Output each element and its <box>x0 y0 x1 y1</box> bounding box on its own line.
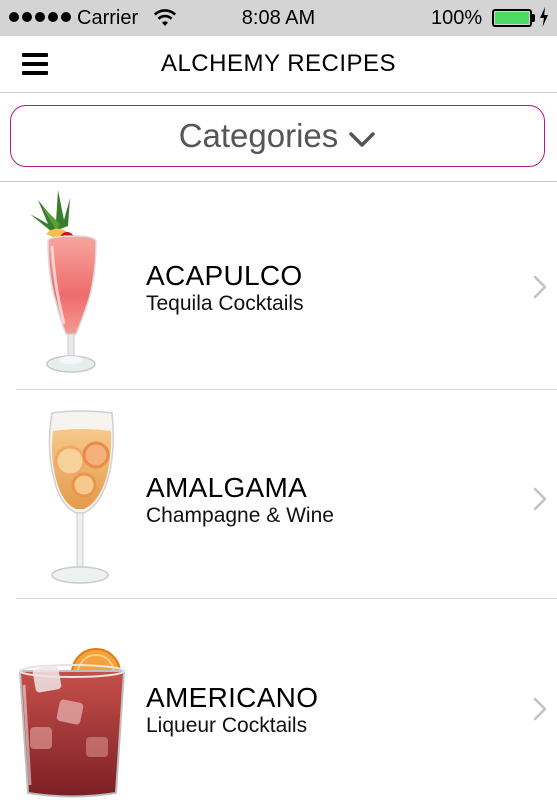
row-divider <box>16 598 557 599</box>
chevron-down-icon <box>349 132 376 147</box>
recipe-category: Liqueur Cocktails <box>146 714 308 737</box>
recipe-category: Champagne & Wine <box>146 504 334 527</box>
charging-bolt-icon <box>540 7 548 27</box>
categories-header: Categories <box>0 93 557 182</box>
navigation-bar: ALCHEMY RECIPES <box>0 36 557 93</box>
recipe-name: AMALGAMA <box>146 472 308 503</box>
recipe-category: Tequila Cocktails <box>146 292 304 315</box>
hurricane-glass-cocktail-icon <box>30 190 97 373</box>
wine-glass-sangria-icon <box>48 410 115 584</box>
recipe-name: ACAPULCO <box>146 260 303 291</box>
categories-dropdown-button[interactable]: Categories <box>10 105 545 167</box>
chevron-right-icon <box>533 697 547 721</box>
chevron-right-icon <box>533 487 547 511</box>
battery-percentage: 100% <box>431 7 483 29</box>
recipe-name: AMERICANO <box>146 682 319 713</box>
rocks-glass-cocktail-icon <box>18 648 126 798</box>
battery-tip <box>532 14 535 22</box>
battery-icon <box>492 9 532 27</box>
row-divider <box>16 389 557 390</box>
page-title: ALCHEMY RECIPES <box>160 50 397 77</box>
recipe-row[interactable]: AMALGAMA Champagne & Wine <box>0 391 557 599</box>
chevron-right-icon <box>533 275 547 299</box>
recipe-row[interactable]: ACAPULCO Tequila Cocktails <box>0 182 557 390</box>
status-bar: Carrier 8:08 AM 100% <box>0 0 557 36</box>
categories-label: Categories <box>178 117 339 154</box>
recipe-row[interactable]: AMERICANO Liqueur Cocktails <box>0 601 557 809</box>
